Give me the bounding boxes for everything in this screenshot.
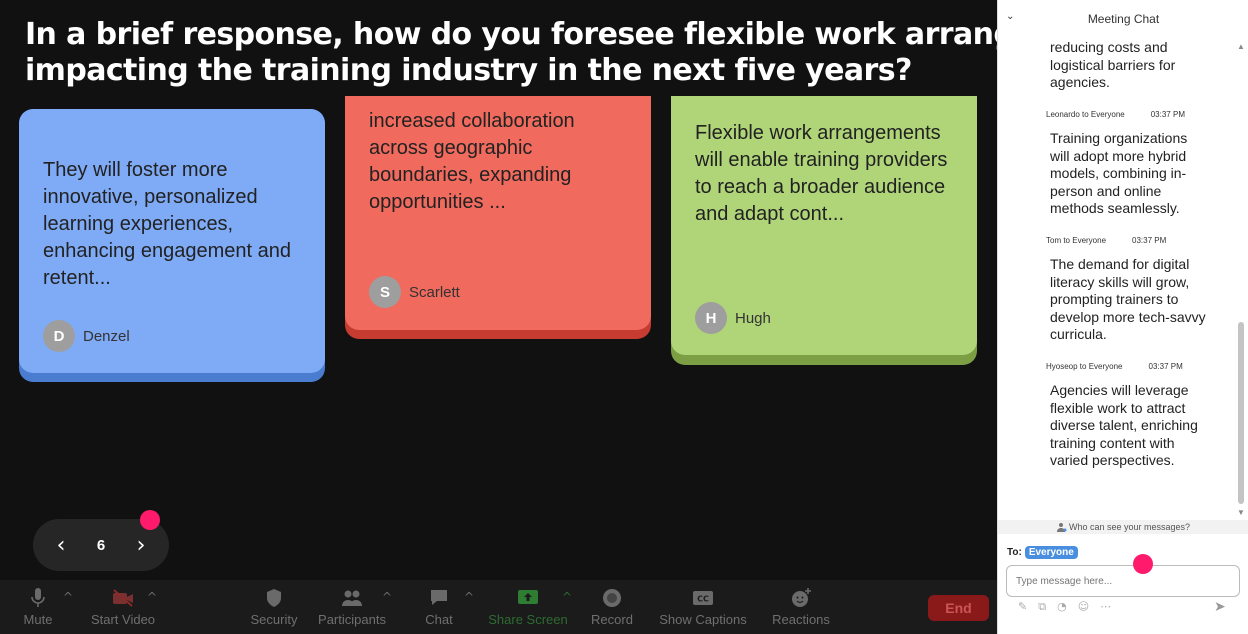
chat-tools: ✎ ⧉ ◔ ☺ ⋯ [1018,600,1111,614]
show-captions-button[interactable]: CC Show Captions [656,586,750,627]
more-icon[interactable]: ⋯ [1100,600,1111,614]
participants-button[interactable]: Participants [316,586,388,627]
chat-message-meta: Leonardo to Everyone 03:37 PM [1046,110,1185,119]
question-title: In a brief response, how do you foresee … [25,17,997,89]
shield-icon [248,586,300,610]
chevron-right-icon[interactable]: › [131,533,151,558]
card-author: S Scarlett [369,276,460,308]
chevron-up-icon[interactable]: ^ [464,590,474,604]
scroll-up-icon[interactable]: ▲ [1237,42,1245,51]
security-button[interactable]: Security [248,586,300,627]
participants-label: Participants [318,612,386,627]
chevron-down-icon[interactable]: ⌄ [1006,11,1014,22]
screenshot-icon[interactable]: ⧉ [1038,600,1046,614]
smiley-plus-icon [770,586,832,610]
show-captions-label: Show Captions [659,612,747,627]
record-icon [588,586,636,610]
chat-message-list[interactable]: reducing costs and logistical barriers f… [998,38,1234,520]
record-label: Record [591,612,633,627]
sender-label: Hyoseop to Everyone [1046,362,1123,371]
question-line-2: impacting the training industry in the n… [25,53,912,88]
scrollbar-thumb[interactable] [1238,322,1244,504]
message-time: 03:37 PM [1132,236,1167,245]
response-card[interactable]: Flexible work arrangements will enable t… [671,96,977,365]
record-button[interactable]: Record [588,586,636,627]
scroll-down-icon[interactable]: ▼ [1237,508,1245,517]
chevron-left-icon[interactable]: ‹ [51,533,71,558]
chat-title: Meeting Chat [1087,12,1160,26]
meeting-chat-panel: ⌄ Meeting Chat reducing costs and logist… [997,0,1248,634]
chat-message-input[interactable] [1006,565,1240,597]
person-icon [1056,523,1067,532]
send-icon[interactable]: ➤ [1214,599,1226,615]
card-author: D Denzel [43,320,130,352]
start-video-label: Start Video [90,612,156,627]
mute-button[interactable]: Mute [18,586,58,627]
chevron-up-icon[interactable]: ^ [63,590,73,604]
response-card[interactable]: increased collaboration across geographi… [345,96,651,339]
meeting-toolbar: Mute ^ Start Video ^ Security Participan… [0,580,997,634]
response-card[interactable]: They will foster more innovative, person… [19,109,325,382]
chat-button[interactable]: Chat [418,586,460,627]
message-time: 03:37 PM [1150,110,1185,119]
chat-scrollbar[interactable]: ▲ ▼ [1236,40,1246,518]
end-button[interactable]: End [928,595,989,621]
to-label: To: [1007,547,1022,558]
pointer-dot [140,510,160,530]
pointer-dot [1133,554,1153,574]
card-text: increased collaboration across geographi… [369,110,575,213]
chat-message-text: Agencies will leverage flexible work to … [1050,382,1198,469]
author-name: Hugh [735,309,771,327]
svg-text:CC: CC [697,595,709,604]
emoji-icon[interactable]: ☺ [1078,600,1089,614]
avatar: D [43,320,75,352]
participants-icon [316,586,388,610]
microphone-icon [18,586,58,610]
security-label: Security [250,612,298,627]
mute-label: Mute [23,612,53,627]
format-icon[interactable]: ✎ [1018,600,1027,614]
chat-message-meta: Hyoseop to Everyone 03:37 PM [1046,362,1183,371]
reactions-label: Reactions [772,612,830,627]
chat-header: ⌄ Meeting Chat [998,0,1248,38]
captions-icon: CC [656,586,750,610]
share-screen-button[interactable]: Share Screen [486,586,570,627]
message-time: 03:37 PM [1148,362,1183,371]
chat-message-meta: Tom to Everyone 03:37 PM [1046,236,1166,245]
recipient-row: To: Everyone [1007,546,1078,559]
chat-message-text: reducing costs and logistical barriers f… [1050,39,1176,91]
chevron-up-icon[interactable]: ^ [147,590,157,604]
author-name: Scarlett [409,283,460,301]
chat-message-text: Training organizations will adopt more h… [1050,130,1188,217]
card-text: They will foster more innovative, person… [43,159,291,289]
chat-label: Chat [425,612,453,627]
share-screen-icon [486,586,570,610]
author-name: Denzel [83,327,130,345]
card-author: H Hugh [695,302,771,334]
chat-message-text: The demand for digital literacy skills w… [1050,256,1206,343]
who-can-see-label: Who can see your messages? [1068,522,1191,532]
sender-label: Leonardo to Everyone [1046,110,1125,119]
who-can-see-link[interactable]: Who can see your messages? [998,520,1248,534]
presentation-stage: In a brief response, how do you foresee … [0,0,997,634]
question-line-1: In a brief response, how do you foresee … [25,17,997,52]
avatar: S [369,276,401,308]
avatar: H [695,302,727,334]
file-icon[interactable]: ◔ [1057,600,1067,614]
page-number: 6 [96,536,106,554]
reactions-button[interactable]: Reactions [770,586,832,627]
chat-bubble-icon [418,586,460,610]
sender-label: Tom to Everyone [1046,236,1107,245]
share-screen-label: Share Screen [488,612,568,627]
recipient-select[interactable]: Everyone [1024,546,1078,559]
card-text: Flexible work arrangements will enable t… [695,122,948,225]
chevron-up-icon[interactable]: ^ [562,590,572,604]
chevron-up-icon[interactable]: ^ [382,590,392,604]
